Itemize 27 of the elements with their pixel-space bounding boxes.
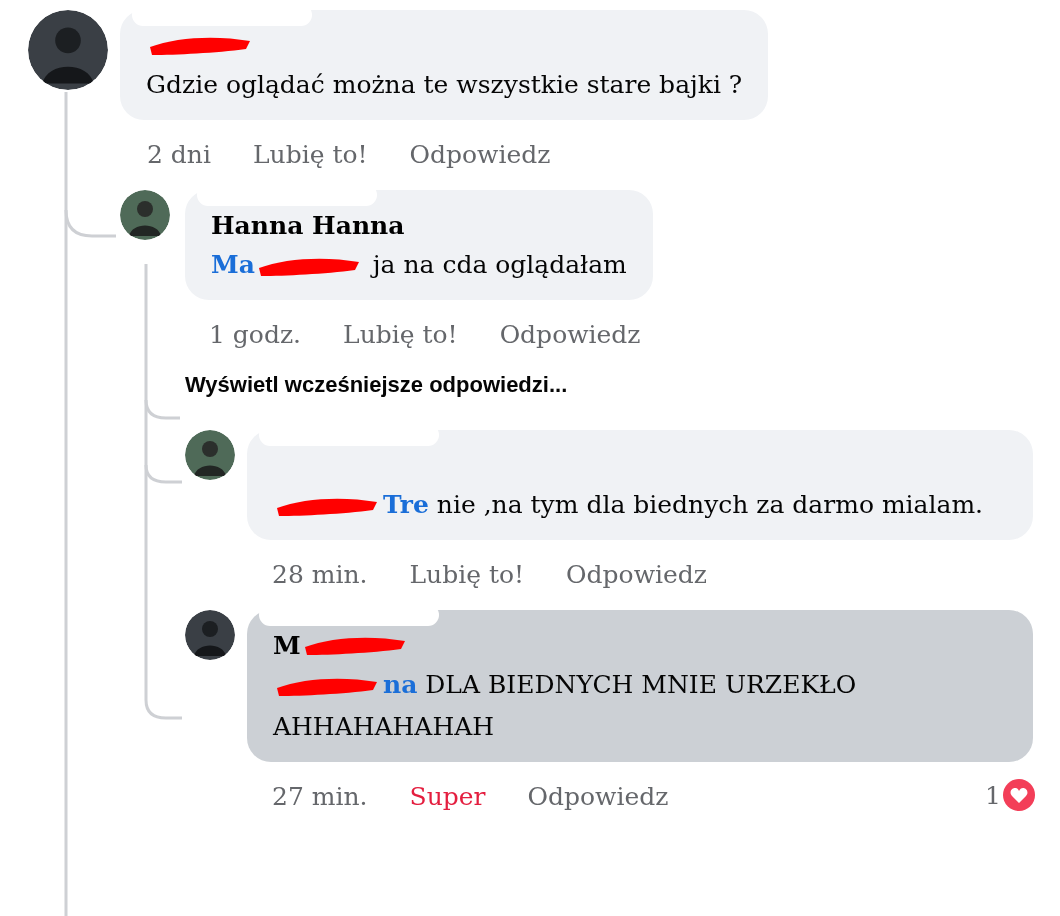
reply-button[interactable]: Odpowiedz — [499, 316, 641, 354]
like-button[interactable]: Lubię to! — [252, 136, 368, 174]
like-button[interactable]: Lubię to! — [409, 556, 525, 594]
avatar[interactable] — [185, 610, 235, 660]
reply-button[interactable]: Odpowiedz — [566, 556, 708, 594]
reply-button[interactable]: Odpowiedz — [527, 778, 669, 816]
comment-time: 27 min. — [272, 781, 368, 814]
comment-time: 2 dni — [147, 139, 211, 172]
view-previous-replies-link[interactable]: Wyświetl wcześniejsze odpowiedzi... — [185, 370, 568, 400]
mention-link[interactable]: Ma — [211, 250, 255, 279]
mention-link[interactable]: Tre — [383, 490, 429, 519]
author-name[interactable]: Hanna Hanna — [211, 208, 405, 244]
comment-text: Gdzie oglądać można te wszystkie stare bajki ? — [146, 69, 743, 101]
comment-text: na DLA BIEDNYCH MNIE URZEKŁO AHHAHAHAHAH — [273, 669, 858, 743]
avatar[interactable] — [120, 190, 170, 240]
comment-text: Ma ja na cda oglądałam — [211, 249, 627, 282]
avatar[interactable] — [185, 430, 235, 480]
comment-text: Tre nie ,na tym dla biednych za darmo mialam. — [273, 484, 1007, 526]
author-name[interactable]: M — [273, 628, 301, 664]
mention-link[interactable]: na — [383, 670, 418, 699]
reaction-count: 1 — [985, 779, 1001, 812]
comment-time: 1 godz. — [209, 319, 302, 352]
comment-time: 28 min. — [272, 559, 368, 592]
like-button[interactable]: Lubię to! — [343, 316, 458, 354]
avatar[interactable] — [28, 10, 108, 90]
reply-button[interactable]: Odpowiedz — [409, 136, 551, 174]
like-button[interactable]: Super — [409, 778, 486, 816]
